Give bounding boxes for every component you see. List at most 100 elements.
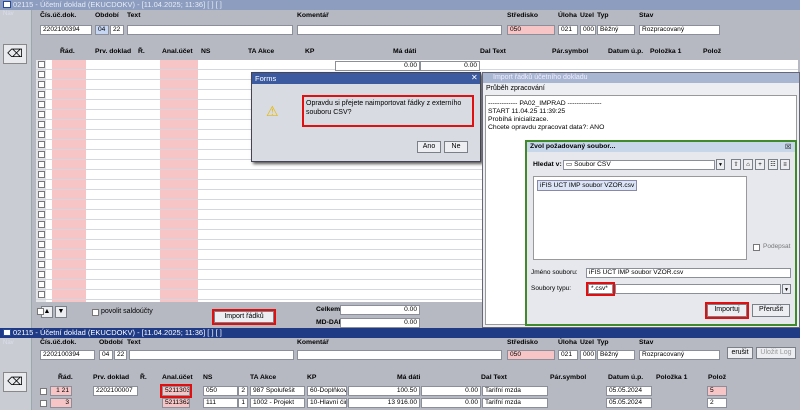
center-field[interactable]: 050 — [507, 25, 555, 35]
row2-kp[interactable]: 10-Hlavní čin — [307, 398, 347, 408]
bottom-window-titlebar[interactable]: 02115 - Účetní doklad (EKUCDOKV) - [11.0… — [0, 328, 800, 338]
povolit-checkbox[interactable] — [92, 309, 99, 316]
row-checkbox[interactable] — [38, 91, 45, 98]
row-checkbox[interactable] — [40, 400, 47, 407]
first-md[interactable]: 0.00 — [335, 61, 420, 71]
eraser-icon[interactable]: ⌫ — [3, 372, 27, 392]
row-checkbox[interactable] — [38, 71, 45, 78]
row-checkbox[interactable] — [38, 231, 45, 238]
text-field[interactable] — [127, 25, 293, 35]
period-year-field[interactable]: 22 — [114, 350, 127, 360]
period-month-field[interactable]: 04 — [95, 25, 109, 35]
row2-rad[interactable]: 3 — [50, 398, 72, 408]
row1-dal[interactable]: 0.00 — [421, 386, 481, 396]
status-field[interactable]: Rozpracovaný — [639, 350, 720, 360]
row1-text[interactable]: Tarifní mzda — [482, 386, 548, 396]
row2-md[interactable]: 13 916.00 — [348, 398, 420, 408]
row-checkbox[interactable] — [38, 201, 45, 208]
row-checkbox[interactable] — [38, 181, 45, 188]
row2-ns[interactable]: 111 — [203, 398, 238, 408]
unit-field[interactable]: 000 — [580, 350, 596, 360]
sign-checkbox[interactable] — [753, 244, 760, 251]
filetype-select[interactable]: *.csv* — [586, 282, 615, 296]
up-folder-icon[interactable]: ⇧ — [731, 159, 741, 170]
period-year-field[interactable]: 22 — [110, 25, 124, 35]
row-checkbox[interactable] — [38, 81, 45, 88]
row-checkbox[interactable] — [38, 171, 45, 178]
top-window-titlebar[interactable]: 02115 - Účetní doklad (EKUCDOKV) - [11.0… — [0, 0, 800, 10]
status-field[interactable]: Rozpracovaný — [639, 25, 720, 35]
row-checkbox[interactable] — [38, 101, 45, 108]
eraser-icon[interactable]: ⌫ — [3, 44, 27, 64]
row1-ucet[interactable]: 5211303 — [160, 384, 192, 398]
doc-number-field[interactable]: 2202100394 — [40, 350, 95, 360]
row1-md[interactable]: 100.50 — [348, 386, 420, 396]
row-checkbox[interactable] — [38, 291, 45, 298]
row-checkbox[interactable] — [38, 111, 45, 118]
chevron-down-icon[interactable]: ▼ — [716, 159, 725, 170]
row2-text[interactable]: Tarifní mzda — [482, 398, 548, 408]
row-checkbox[interactable] — [38, 221, 45, 228]
row-checkbox[interactable] — [38, 161, 45, 168]
close-icon[interactable]: ☒ — [785, 143, 791, 151]
row2-ucet[interactable]: 5211362 — [162, 398, 190, 408]
row-checkbox[interactable] — [38, 261, 45, 268]
new-folder-icon[interactable]: + — [755, 159, 765, 170]
row1-doc[interactable]: 2202100007 — [93, 386, 138, 396]
save-log-button[interactable]: Uložit Log — [756, 347, 796, 359]
comment-field[interactable] — [297, 25, 502, 35]
text-field[interactable] — [129, 350, 294, 360]
comment-field[interactable] — [297, 350, 502, 360]
row2-akce[interactable]: 1002 - Projekt — [250, 398, 305, 408]
row-checkbox[interactable] — [38, 151, 45, 158]
chevron-down-icon[interactable]: ▼ — [782, 284, 791, 294]
scroll-down-button[interactable]: ▼ — [55, 306, 67, 318]
first-dal[interactable]: 0.00 — [420, 61, 480, 71]
row2-ta[interactable]: 1 — [238, 398, 248, 408]
list-view-icon[interactable]: ☷ — [768, 159, 778, 170]
row-checkbox[interactable] — [40, 388, 47, 395]
row-checkbox[interactable] — [38, 191, 45, 198]
row2-date[interactable]: 05.05.2024 — [606, 398, 652, 408]
row2-pol[interactable]: 2 — [707, 398, 727, 408]
row-checkbox[interactable] — [38, 251, 45, 258]
look-in-select[interactable]: ▭ Soubor CSV — [563, 160, 715, 170]
row-checkbox[interactable] — [38, 121, 45, 128]
row1-akce[interactable]: 987 Spolufešit — [250, 386, 305, 396]
task-field[interactable]: 021 — [558, 350, 578, 360]
ne-button[interactable]: Ne — [444, 141, 468, 153]
import-rows-button[interactable]: Import řádků — [212, 309, 276, 325]
type-field[interactable]: Běžný — [597, 350, 635, 360]
file-item[interactable]: iFIS UCT IMP soubor VZOR.csv — [537, 180, 638, 191]
row-checkbox[interactable] — [38, 271, 45, 278]
task-field[interactable]: 021 — [558, 25, 578, 35]
row-checkbox[interactable] — [37, 308, 44, 315]
row1-ta[interactable]: 2 — [238, 386, 248, 396]
doc-number-field[interactable]: 2202100394 — [40, 25, 92, 35]
row-checkbox[interactable] — [38, 141, 45, 148]
home-icon[interactable]: ⌂ — [743, 159, 753, 170]
row-checkbox[interactable] — [38, 241, 45, 248]
unit-field[interactable]: 000 — [580, 25, 596, 35]
filename-input[interactable]: iFIS UCT IMP soubor VZOR.csv — [586, 268, 791, 278]
close-icon[interactable]: ✕ — [471, 73, 480, 83]
center-field[interactable]: 050 — [507, 350, 555, 360]
type-field[interactable]: Běžný — [597, 25, 635, 35]
row1-date[interactable]: 05.05.2024 — [606, 386, 652, 396]
row1-pol[interactable]: 5 — [707, 386, 727, 396]
row1-rad[interactable]: 1 21 — [50, 386, 72, 396]
row-checkbox[interactable] — [38, 281, 45, 288]
row-checkbox[interactable] — [38, 131, 45, 138]
row1-kp[interactable]: 60-Doplňkov — [307, 386, 347, 396]
period-month-field[interactable]: 04 — [99, 350, 113, 360]
importuj-button[interactable]: Importuj — [705, 302, 749, 319]
ano-button[interactable]: Ano — [417, 141, 441, 153]
row2-dal[interactable]: 0.00 — [421, 398, 481, 408]
details-view-icon[interactable]: ≡ — [780, 159, 790, 170]
row-checkbox[interactable] — [38, 61, 45, 68]
row-checkbox[interactable] — [38, 211, 45, 218]
erusit-button[interactable]: erušit — [727, 347, 753, 359]
row1-ns[interactable]: 050 — [203, 386, 238, 396]
filetype-rest[interactable] — [615, 284, 781, 294]
prerusit-button[interactable]: Přerušit — [752, 304, 790, 317]
